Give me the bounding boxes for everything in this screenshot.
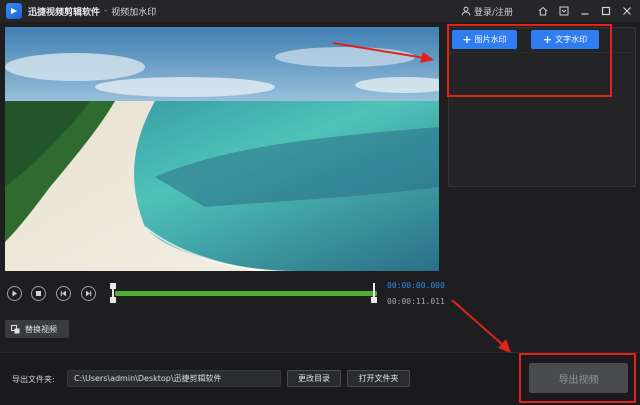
settings-button[interactable]	[556, 3, 572, 19]
replace-video-label: 替换视频	[25, 324, 57, 334]
home-button[interactable]	[535, 3, 551, 19]
previous-icon	[60, 290, 66, 297]
trim-end-handle[interactable]	[371, 283, 377, 303]
replace-video-button[interactable]: 替换视频	[5, 320, 69, 338]
output-folder-label: 导出文件夹:	[12, 375, 55, 384]
next-frame-button[interactable]	[81, 286, 96, 301]
title-bar-actions: 登录/注册	[461, 0, 640, 22]
maximize-button[interactable]	[598, 3, 614, 19]
app-title: 迅捷视频剪辑软件	[28, 7, 101, 18]
playback-controls: 00:00:00.000 00:00:11.011	[5, 280, 445, 314]
replace-icon	[11, 324, 20, 333]
annotation-box-export	[519, 353, 636, 403]
home-icon	[538, 6, 548, 16]
play-button[interactable]	[7, 286, 22, 301]
page-title: 视频加水印	[111, 7, 157, 18]
minimize-button[interactable]	[577, 3, 593, 19]
annotation-box-watermark	[447, 24, 612, 97]
login-button[interactable]: 登录/注册	[461, 5, 513, 18]
stop-icon	[36, 291, 41, 296]
user-icon	[461, 6, 471, 16]
minimize-icon	[581, 13, 589, 15]
change-directory-button[interactable]: 更改目录	[287, 370, 341, 387]
play-icon	[12, 290, 17, 297]
current-time: 00:00:00.000	[387, 281, 445, 290]
close-icon	[623, 7, 631, 15]
trim-start-handle[interactable]	[110, 283, 116, 303]
title-bar: 迅捷视频剪辑软件 - 视频加水印 登录/注册	[0, 0, 640, 22]
next-icon	[86, 290, 92, 297]
output-path-field[interactable]: C:\Users\admin\Desktop\迅捷剪辑软件	[67, 370, 281, 387]
maximize-icon	[601, 6, 611, 16]
stop-button[interactable]	[31, 286, 46, 301]
video-preview[interactable]	[5, 27, 439, 271]
title-separator: -	[104, 6, 108, 16]
arrow-to-export-button	[451, 299, 511, 353]
total-time: 00:00:11.011	[387, 297, 445, 306]
settings-icon	[559, 6, 569, 16]
app-logo-icon	[6, 3, 22, 19]
login-label: 登录/注册	[473, 7, 513, 18]
previous-frame-button[interactable]	[56, 286, 71, 301]
app-window: 迅捷视频剪辑软件 - 视频加水印 登录/注册 00:00:00.000 00:0…	[0, 0, 640, 405]
timeline-track[interactable]	[115, 291, 377, 296]
beach-aerial-image	[5, 27, 439, 271]
close-button[interactable]	[619, 3, 635, 19]
open-folder-button[interactable]: 打开文件夹	[347, 370, 410, 387]
